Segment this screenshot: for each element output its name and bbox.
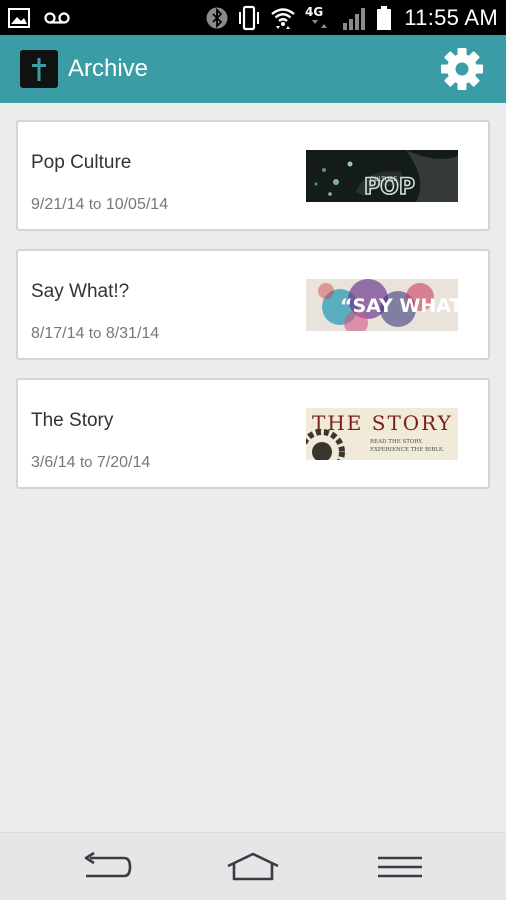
series-dates: 9/21/14 to 10/05/14 [31,196,169,213]
series-thumbnail: “SAY WHAT?!” [306,279,458,331]
voicemail-icon [44,11,70,25]
navigation-bar [0,832,506,900]
battery-icon [376,5,392,31]
wifi-icon [270,5,296,31]
network-4g-icon: 4G [304,4,334,32]
clock: 11:55 AM [404,4,498,30]
back-button[interactable] [76,845,136,889]
svg-text:POP: POP [364,175,415,200]
svg-text:“SAY WHAT?!”: “SAY WHAT?!” [340,295,458,317]
app-bar: Archive [0,35,506,103]
svg-text:4G: 4G [305,5,323,19]
list-item[interactable]: The Story 3/6/14 to 7/20/14 THE STORY RE… [16,378,490,489]
list-item[interactable]: Pop Culture 9/21/14 to 10/05/14 CULTURE … [16,120,490,231]
series-thumbnail: CULTURE POP [306,150,458,202]
archive-list: Pop Culture 9/21/14 to 10/05/14 CULTURE … [16,120,490,507]
series-title: Say What!? [31,281,130,302]
home-icon [227,852,279,881]
page-title: Archive [68,55,149,82]
settings-button[interactable] [438,45,486,93]
svg-text:THE STORY: THE STORY [312,411,453,435]
back-icon [84,852,132,878]
menu-button[interactable] [370,845,430,889]
cross-icon [20,50,58,88]
status-bar: 4G 11:55 AM [0,0,506,35]
home-button[interactable] [223,845,283,889]
menu-icon [378,856,422,878]
bluetooth-icon [206,5,228,31]
svg-text:READ THE STORY.: READ THE STORY. [370,439,423,445]
gallery-icon [8,7,30,28]
list-item[interactable]: Say What!? 8/17/14 to 8/31/14 “SAY WHAT?… [16,249,490,360]
series-title: Pop Culture [31,152,132,173]
series-dates: 8/17/14 to 8/31/14 [31,325,160,342]
signal-icon [342,5,368,31]
series-dates: 3/6/14 to 7/20/14 [31,454,151,471]
svg-text:EXPERIENCE THE BIBLE.: EXPERIENCE THE BIBLE. [370,447,445,453]
series-thumbnail: THE STORY READ THE STORY. EXPERIENCE THE… [306,408,458,460]
series-title: The Story [31,410,114,431]
vibrate-icon [236,5,262,31]
gear-icon [441,48,483,90]
